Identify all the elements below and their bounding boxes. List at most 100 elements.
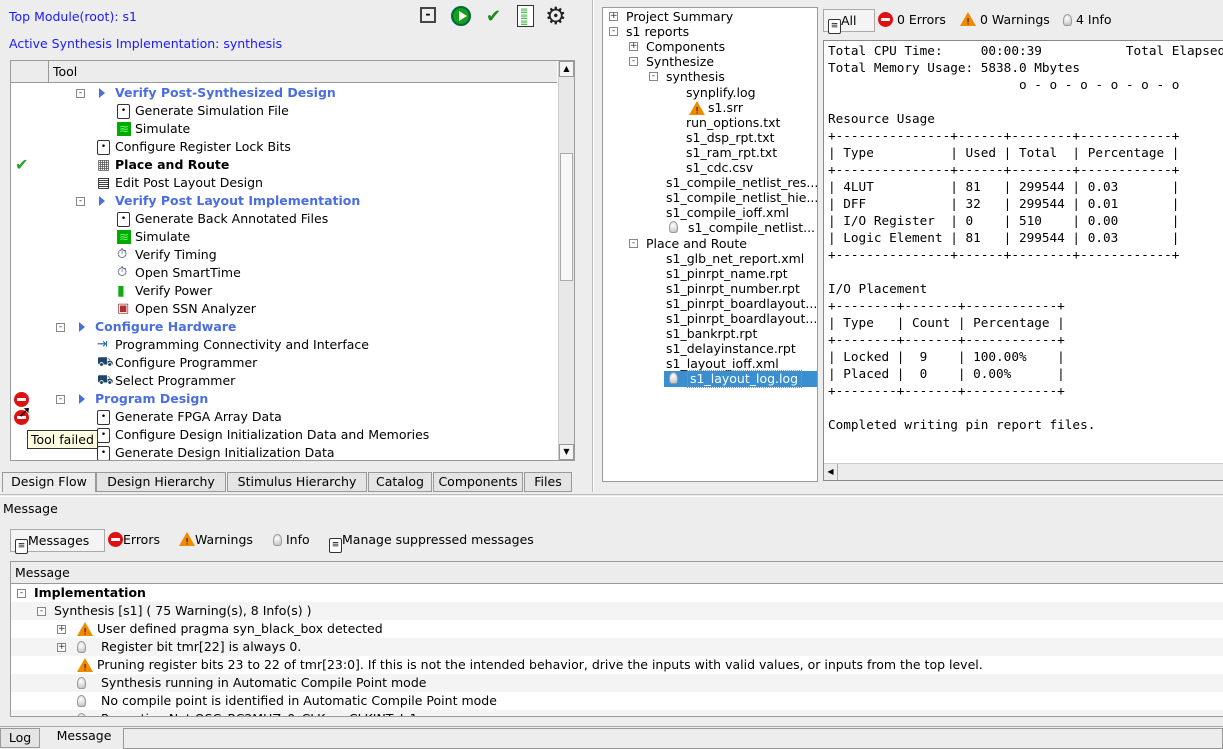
filter-all-button[interactable]: ≡ All xyxy=(823,9,875,34)
scrollbar-thumb[interactable] xyxy=(560,153,573,281)
check-icon[interactable]: ✔ xyxy=(486,6,501,27)
report-item[interactable]: s1_layout_ioff.xml xyxy=(603,356,817,372)
run-icon[interactable] xyxy=(451,6,471,26)
info-filter-button[interactable]: Info xyxy=(273,529,310,551)
tab-message[interactable]: Message xyxy=(46,727,122,747)
report-item[interactable]: run_options.txt xyxy=(603,115,817,131)
report-item[interactable]: s1_compile_ioff.xml xyxy=(603,205,817,221)
expand-toggle-icon[interactable]: + xyxy=(629,42,638,52)
horizontal-scrollbar[interactable]: ◀ xyxy=(824,463,1223,480)
tab-design-hierarchy[interactable]: Design Hierarchy xyxy=(96,472,226,492)
panel-splitter[interactable] xyxy=(0,494,1223,497)
report-icon[interactable]: ≡ ≡ ≡ xyxy=(517,5,534,29)
flow-item[interactable]: ≋ Simulate xyxy=(11,120,557,138)
report-item[interactable]: ! s1.srr xyxy=(603,100,817,116)
filter-info-button[interactable]: 4 Info xyxy=(1063,9,1112,31)
flow-item[interactable]: ⇥ Programming Connectivity and Interface xyxy=(11,336,557,354)
programmer-icon: ⛟ xyxy=(97,373,114,388)
flow-item[interactable]: ⛟ Select Programmer xyxy=(11,372,557,390)
flow-item[interactable]: ▮ Verify Power xyxy=(11,282,557,300)
expand-toggle-icon[interactable]: - xyxy=(649,72,658,82)
report-item[interactable]: synplify.log xyxy=(603,85,817,101)
report-item[interactable]: + Components xyxy=(603,39,817,55)
flow-item[interactable]: ⏱ Verify Timing xyxy=(11,246,557,264)
message-text: Synthesis [s1] ( 75 Warning(s), 8 Info(s… xyxy=(54,603,312,618)
report-item[interactable]: - Synthesize xyxy=(603,54,817,70)
splitter[interactable] xyxy=(592,0,594,492)
report-item[interactable]: s1_compile_netlist... xyxy=(603,220,817,236)
message-row[interactable]: +! User defined pragma syn_black_box dete… xyxy=(11,620,1223,638)
flow-item[interactable]: • Configure Register Lock Bits xyxy=(11,138,557,156)
report-item[interactable]: s1_layout_log.log xyxy=(603,370,817,389)
report-item-label: s1_dsp_rpt.txt xyxy=(686,129,775,145)
message-row[interactable]: Synthesis running in Automatic Compile P… xyxy=(11,674,1223,692)
vertical-scrollbar[interactable]: ▲ ▼ xyxy=(558,61,574,460)
tab-files[interactable]: Files xyxy=(524,472,572,492)
flow-item-label: Generate Simulation File xyxy=(135,103,289,118)
expand-toggle-icon[interactable]: - xyxy=(629,238,638,248)
flow-item[interactable]: ▣ Open SSN Analyzer xyxy=(11,300,557,318)
settings-icon[interactable]: ⚙ xyxy=(545,2,567,30)
errors-filter-button[interactable]: Errors xyxy=(108,529,160,551)
flow-item[interactable]: ≋ Simulate xyxy=(11,228,557,246)
tab-stimulus-hierarchy[interactable]: Stimulus Hierarchy xyxy=(227,472,367,492)
flow-item[interactable]: ⛟ Configure Programmer xyxy=(11,354,557,372)
log-viewer[interactable]: Total CPU Time: 00:00:39 Total Elapsed To… xyxy=(823,40,1223,481)
report-item[interactable]: s1_pinrpt_boardlayout... xyxy=(603,311,817,327)
message-row[interactable]: No compile point is identified in Automa… xyxy=(11,692,1223,710)
message-row[interactable]: Promoting Net OSC_RC2MHZ_0_CLK on CLKINT… xyxy=(11,710,1223,716)
filter-warnings-button[interactable]: ! 0 Warnings xyxy=(960,9,1050,31)
messages-filter-button[interactable]: ≡ Messages xyxy=(10,529,105,554)
tab-catalog[interactable]: Catalog xyxy=(368,472,432,492)
report-item[interactable]: s1_ram_rpt.txt xyxy=(603,145,817,161)
flow-item[interactable]: • Generate FPGA Array Data xyxy=(11,408,557,426)
report-item[interactable]: + Project Summary xyxy=(603,9,817,25)
expand-toggle-icon[interactable]: + xyxy=(609,12,618,21)
expand-toggle-icon[interactable]: - xyxy=(37,607,46,616)
collapse-icon[interactable]: - xyxy=(420,7,436,23)
report-item[interactable]: s1_compile_netlist_res... xyxy=(603,175,817,191)
flow-item[interactable]: - Configure Hardware xyxy=(11,318,557,336)
report-item[interactable]: s1_pinrpt_number.rpt xyxy=(603,281,817,297)
message-row[interactable]: + Register bit tmr[22] is always 0. xyxy=(11,638,1223,656)
collapse-toggle-icon[interactable]: - xyxy=(76,197,85,206)
expand-toggle-icon[interactable]: - xyxy=(629,57,638,67)
manage-suppressed-button[interactable]: ≡ Manage suppressed messages xyxy=(329,529,534,553)
report-item[interactable]: s1_pinrpt_name.rpt xyxy=(603,266,817,282)
report-item[interactable]: s1_glb_net_report.xml xyxy=(603,251,817,267)
report-item[interactable]: - synthesis xyxy=(603,69,817,85)
message-row[interactable]: - Synthesis [s1] ( 75 Warning(s), 8 Info(… xyxy=(11,602,1223,620)
filter-errors-button[interactable]: 0 Errors xyxy=(878,9,946,31)
report-item-label: s1_layout_log.log xyxy=(686,370,803,389)
tab-log[interactable]: Log xyxy=(0,728,40,748)
report-item[interactable]: s1_bankrpt.rpt xyxy=(603,326,817,342)
flow-item[interactable]: • Generate Simulation File xyxy=(11,102,557,120)
report-item[interactable]: s1_pinrpt_boardlayout... xyxy=(603,296,817,312)
report-item[interactable]: s1_compile_netlist_hie... xyxy=(603,190,817,206)
collapse-toggle-icon[interactable]: - xyxy=(76,89,85,98)
expand-toggle-icon[interactable]: + xyxy=(57,643,66,652)
tab-components[interactable]: Components xyxy=(433,472,523,492)
flow-item[interactable]: ▦ Place and Route ✔ xyxy=(11,156,557,174)
tab-design-flow[interactable]: Design Flow xyxy=(2,472,96,492)
report-item[interactable]: s1_dsp_rpt.txt xyxy=(603,130,817,146)
report-item[interactable]: - s1 reports xyxy=(603,24,817,40)
expand-toggle-icon[interactable]: - xyxy=(17,589,26,598)
message-row[interactable]: - Implementation xyxy=(11,584,1223,602)
collapse-toggle-icon[interactable]: - xyxy=(56,323,65,332)
flow-item[interactable]: ⏱ Open SmartTime xyxy=(11,264,557,282)
flow-item[interactable]: ▤ Edit Post Layout Design xyxy=(11,174,557,192)
collapse-toggle-icon[interactable]: - xyxy=(56,395,65,404)
message-row[interactable]: ! Pruning register bits 23 to 22 of tmr[2… xyxy=(11,656,1223,674)
report-item[interactable]: s1_delayinstance.rpt xyxy=(603,341,817,357)
flow-item[interactable]: - Program Design xyxy=(11,390,557,408)
expand-toggle-icon[interactable]: - xyxy=(609,27,618,37)
flow-item-label: Generate Back Annotated Files xyxy=(135,211,329,226)
report-item[interactable]: - Place and Route xyxy=(603,236,817,252)
warnings-filter-button[interactable]: ! Warnings xyxy=(179,529,253,551)
flow-item[interactable]: - Verify Post-Synthesized Design xyxy=(11,84,557,102)
flow-item[interactable]: • Generate Back Annotated Files xyxy=(11,210,557,228)
expand-toggle-icon[interactable]: + xyxy=(57,625,66,634)
report-item[interactable]: s1_cdc.csv xyxy=(603,160,817,176)
flow-item[interactable]: - Verify Post Layout Implementation xyxy=(11,192,557,210)
